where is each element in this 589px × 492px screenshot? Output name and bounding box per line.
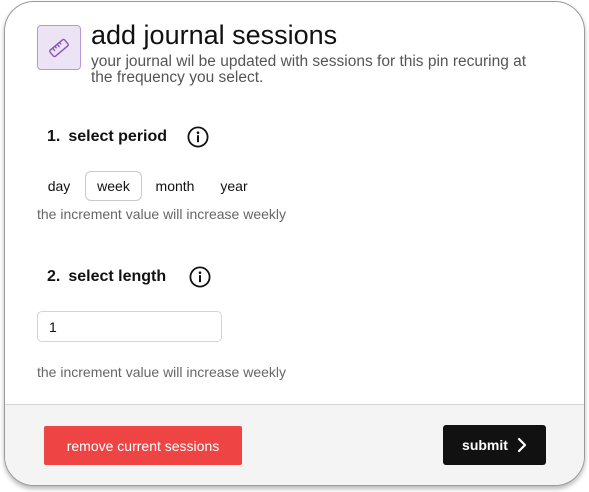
section-label: select period (68, 128, 168, 145)
submit-label: submit (462, 437, 508, 453)
submit-button[interactable]: submit (443, 425, 546, 465)
dialog-title: add journal sessions (91, 20, 338, 50)
period-option-month[interactable]: month (148, 171, 202, 201)
remove-sessions-button[interactable]: remove current sessions (44, 426, 242, 465)
info-circle-icon[interactable] (189, 266, 211, 288)
section-number: 2. (47, 268, 61, 285)
length-input[interactable] (37, 311, 222, 342)
info-circle-icon[interactable] (187, 126, 209, 148)
period-option-week[interactable]: week (85, 171, 142, 201)
select-period-heading: 1. select period (47, 128, 167, 146)
period-option-day[interactable]: day (39, 171, 79, 201)
ruler-icon (37, 25, 81, 70)
select-length-heading: 2. select length (47, 268, 166, 286)
length-helper-text: the increment value will increase weekly (37, 364, 286, 380)
section-label: select length (68, 268, 167, 285)
period-option-year[interactable]: year (212, 171, 256, 201)
period-helper-text: the increment value will increase weekly (37, 206, 286, 222)
dialog-footer: remove current sessions submit (5, 404, 584, 485)
add-sessions-dialog: add journal sessions your journal wil be… (4, 1, 585, 486)
dialog-subtitle: your journal wil be updated with session… (91, 53, 527, 86)
chevron-right-icon (517, 437, 527, 453)
section-number: 1. (47, 128, 61, 145)
